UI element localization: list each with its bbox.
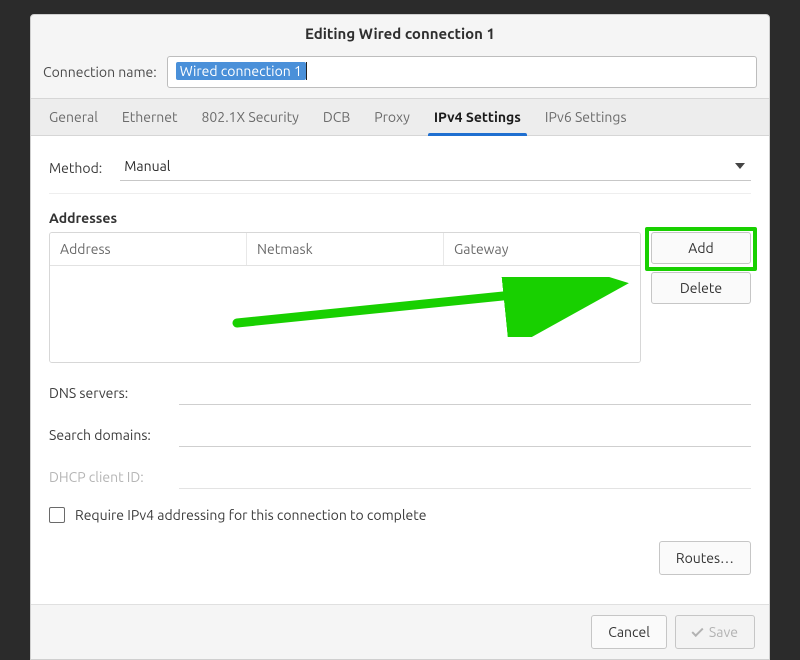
tab-ethernet[interactable]: Ethernet (110, 99, 190, 135)
dns-input[interactable] (179, 381, 751, 405)
connection-name-input[interactable]: Wired connection 1 (167, 56, 757, 88)
dhcp-client-id-row: DHCP client ID: (49, 465, 751, 489)
cancel-button[interactable]: Cancel (591, 615, 667, 649)
tab-ipv4-settings[interactable]: IPv4 Settings (422, 99, 533, 135)
dns-label: DNS servers: (49, 385, 169, 401)
add-button[interactable]: Add (651, 232, 751, 264)
require-ipv4-row: Require IPv4 addressing for this connect… (49, 507, 751, 523)
save-button-label: Save (709, 624, 738, 640)
dhcp-client-id-input (179, 465, 751, 489)
ipv4-panel: Method: Manual Addresses Address Netmask… (31, 136, 769, 604)
addresses-area: Address Netmask Gateway Add Delete (49, 232, 751, 363)
method-value: Manual (124, 158, 170, 174)
addresses-table[interactable]: Address Netmask Gateway (49, 232, 641, 363)
method-label: Method: (49, 160, 102, 176)
window-title: Editing Wired connection 1 (31, 15, 769, 50)
connection-name-selection: Wired connection 1 (176, 62, 306, 80)
tab-8021x-security[interactable]: 802.1X Security (190, 99, 311, 135)
search-domains-row: Search domains: (49, 423, 751, 447)
save-button[interactable]: Save (675, 615, 755, 649)
routes-row: Routes… (49, 541, 751, 575)
settings-tabs: General Ethernet 802.1X Security DCB Pro… (31, 98, 769, 136)
routes-button[interactable]: Routes… (659, 541, 751, 575)
dialog-footer: Cancel Save (31, 604, 769, 659)
require-ipv4-checkbox[interactable] (49, 507, 65, 523)
tab-proxy[interactable]: Proxy (362, 99, 422, 135)
addresses-buttons: Add Delete (651, 232, 751, 304)
method-row: Method: Manual (49, 148, 751, 194)
chevron-down-icon (735, 163, 745, 169)
search-domains-input[interactable] (179, 423, 751, 447)
dhcp-client-id-label: DHCP client ID: (49, 469, 169, 485)
column-netmask: Netmask (247, 233, 444, 265)
search-domains-label: Search domains: (49, 427, 169, 443)
method-dropdown[interactable]: Manual (120, 154, 751, 181)
table-body[interactable] (50, 266, 640, 362)
tab-dcb[interactable]: DCB (311, 99, 362, 135)
table-header: Address Netmask Gateway (50, 233, 640, 266)
column-address: Address (50, 233, 247, 265)
check-icon (691, 625, 703, 637)
require-ipv4-label: Require IPv4 addressing for this connect… (75, 507, 426, 523)
addresses-heading: Addresses (49, 210, 751, 226)
column-gateway: Gateway (444, 233, 640, 265)
network-editor-window: Editing Wired connection 1 Connection na… (30, 14, 770, 660)
delete-button[interactable]: Delete (651, 272, 751, 304)
tab-general[interactable]: General (37, 99, 110, 135)
dns-row: DNS servers: (49, 381, 751, 405)
tab-ipv6-settings[interactable]: IPv6 Settings (533, 99, 639, 135)
connection-name-label: Connection name: (43, 64, 157, 80)
connection-name-row: Connection name: Wired connection 1 (31, 50, 769, 98)
